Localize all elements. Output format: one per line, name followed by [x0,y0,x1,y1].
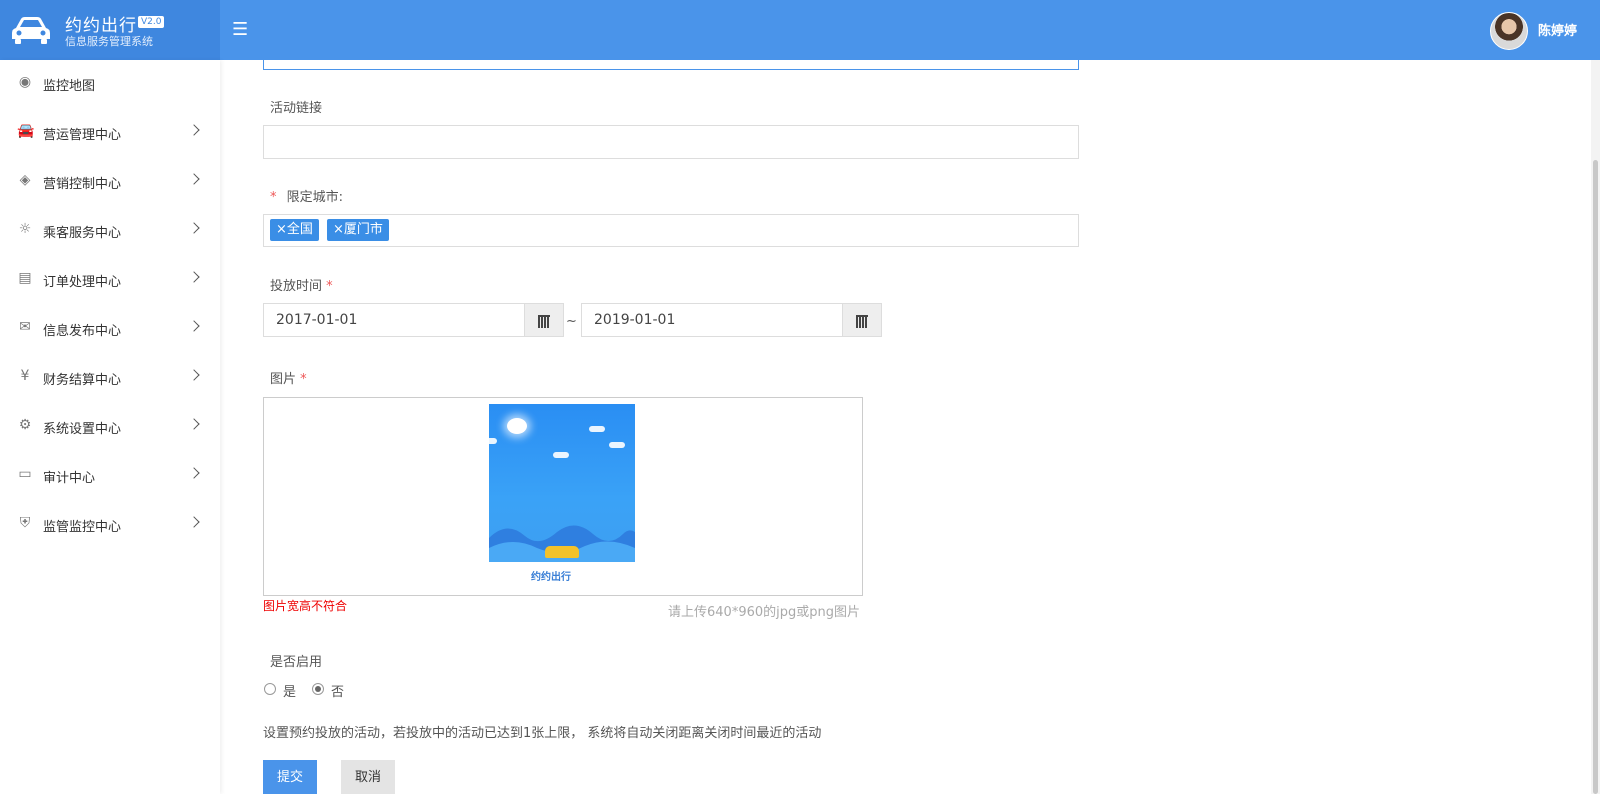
chevron-right-icon [188,418,200,430]
enable-no-radio[interactable] [312,683,324,695]
previous-field-input[interactable] [263,58,1079,70]
image-label-text: 图片 [270,372,297,387]
sidebar-item-label: 系统设置中心 [43,422,122,437]
time-label: 投放时间 * [270,275,333,294]
chevron-right-icon [188,173,200,185]
cloud-icon [609,442,625,448]
cloud-icon [589,426,605,432]
start-date-input[interactable]: 2017-01-01 [263,303,525,337]
preview-logo: 约约出行 [531,572,571,583]
city-label: * 限定城市: [270,186,343,205]
menu-toggle-icon[interactable]: ☰ [232,20,252,40]
image-label: 图片 * [270,368,307,387]
city-tag-xiamen[interactable]: ×厦门市 [327,219,389,241]
chevron-right-icon [188,222,200,234]
lightbulb-icon: ☼ [18,221,32,237]
sidebar-item-audit[interactable]: ▭ 审计中心 [0,452,220,501]
sidebar-item-monitor-map[interactable]: ◉ 监控地图 [0,60,220,109]
sidebar-item-label: 订单处理中心 [43,275,122,290]
brand-block[interactable]: 约约出行 V2.0 信息服务管理系统 [0,0,220,60]
yen-icon: ¥ [20,368,30,384]
sidebar-item-publishing[interactable]: ✉ 信息发布中心 [0,305,220,354]
image-upload-area[interactable]: 约约出行 [263,397,863,596]
activity-link-input[interactable] [263,125,1079,159]
enable-no-label[interactable]: 否 [331,681,344,700]
image-error-message: 图片宽高不符合 [263,599,348,613]
preview-sky [489,404,635,562]
gear-icon: ⚙ [18,417,32,433]
sidebar-item-orders[interactable]: ▤ 订单处理中心 [0,256,220,305]
sidebar-item-label: 信息发布中心 [43,324,122,339]
user-name[interactable]: 陈婷婷 [1538,20,1577,39]
city-tag-nationwide[interactable]: ×全国 [270,219,319,241]
brand-subtitle: 信息服务管理系统 [65,35,153,48]
image-upload-hint: 请上传640*960的jpg或png图片 [668,605,860,620]
chevron-right-icon [188,467,200,479]
sidebar-item-label: 乘客服务中心 [43,226,122,241]
car-logo-icon [12,17,50,44]
map-pin-icon: ◉ [18,74,32,90]
sidebar-item-label: 监管监控中心 [43,520,122,535]
submit-button[interactable]: 提交 [263,760,317,794]
enable-yes-radio[interactable] [264,683,276,695]
taxi-icon [545,546,579,558]
end-date-input[interactable]: 2019-01-01 [581,303,843,337]
time-label-text: 投放时间 [270,279,323,294]
sidebar-item-finance[interactable]: ¥ 财务结算中心 [0,354,220,403]
image-preview: 约约出行 [489,404,635,588]
version-badge: V2.0 [138,16,165,28]
required-mark: * [326,279,333,294]
sidebar: ◉ 监控地图 🚘 营运管理中心 ◈ 营销控制中心 ☼ 乘客服务中心 ▤ 订单处理… [0,60,220,794]
sidebar-item-supervision[interactable]: ⛨ 监管监控中心 [0,501,220,550]
top-header: 约约出行 V2.0 信息服务管理系统 ☰ 陈婷婷 [0,0,1600,60]
sidebar-item-marketing[interactable]: ◈ 营销控制中心 [0,158,220,207]
car-icon: 🚘 [17,123,35,139]
monitor-icon: ▭ [18,466,32,482]
city-label-text: 限定城市: [286,190,344,205]
cloud-icon [553,452,569,458]
scrollbar-thumb[interactable] [1593,160,1598,794]
chevron-right-icon [188,271,200,283]
document-icon: ▤ [18,270,32,286]
cancel-button[interactable]: 取消 [341,760,395,794]
sidebar-item-passenger-service[interactable]: ☼ 乘客服务中心 [0,207,220,256]
sidebar-item-label: 财务结算中心 [43,373,122,388]
sidebar-item-settings[interactable]: ⚙ 系统设置中心 [0,403,220,452]
tag-icon: ◈ [19,172,31,188]
sidebar-item-operations[interactable]: 🚘 营运管理中心 [0,109,220,158]
activity-note: 设置预约投放的活动，若投放中的活动已达到1张上限， 系统将自动关闭距离关闭时间最… [263,726,822,741]
required-mark: * [270,190,277,205]
sidebar-item-label: 监控地图 [43,79,96,94]
sidebar-item-label: 营销控制中心 [43,177,122,192]
end-calendar-icon[interactable] [842,303,882,337]
chevron-right-icon [188,516,200,528]
sidebar-item-label: 审计中心 [43,471,96,486]
avatar[interactable] [1490,12,1528,50]
enable-yes-label[interactable]: 是 [283,681,296,700]
start-calendar-icon[interactable] [524,303,564,337]
date-separator: ~ [566,314,577,329]
chevron-right-icon [188,369,200,381]
activity-link-label: 活动链接 [270,101,323,116]
sidebar-item-label: 营运管理中心 [43,128,122,143]
shield-icon: ⛨ [19,515,31,531]
chevron-right-icon [188,124,200,136]
chevron-right-icon [188,320,200,332]
envelope-icon: ✉ [19,319,31,335]
sun-icon [507,418,527,434]
cloud-icon [489,438,497,444]
required-mark: * [300,372,307,387]
enable-label: 是否启用 [270,655,323,670]
